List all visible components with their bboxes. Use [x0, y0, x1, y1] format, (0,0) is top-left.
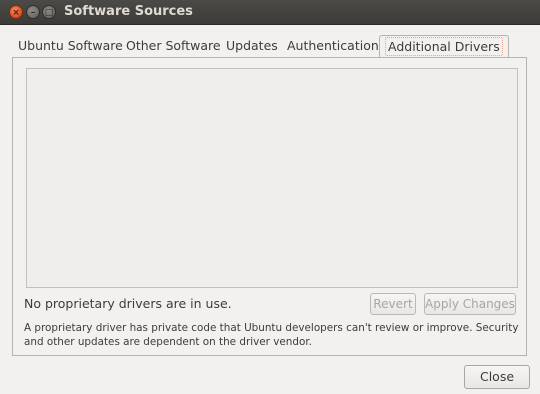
drivers-status-text: No proprietary drivers are in use.: [24, 296, 232, 311]
tab-ubuntu-software[interactable]: Ubuntu Software: [18, 34, 123, 58]
title-bar[interactable]: × – □ Software Sources: [0, 0, 540, 25]
window-maximize-icon[interactable]: □: [42, 5, 56, 19]
drivers-list[interactable]: [26, 68, 518, 288]
window-close-icon[interactable]: ×: [9, 5, 23, 19]
window-minimize-icon[interactable]: –: [26, 5, 40, 19]
tab-updates[interactable]: Updates: [226, 34, 278, 58]
apply-changes-button[interactable]: Apply Changes: [424, 293, 516, 315]
proprietary-driver-note: A proprietary driver has private code th…: [24, 322, 519, 348]
additional-drivers-panel: No proprietary drivers are in use. Rever…: [12, 57, 527, 356]
revert-button[interactable]: Revert: [370, 293, 416, 315]
window-title: Software Sources: [64, 4, 193, 19]
tab-additional-drivers-label: Additional Drivers: [385, 37, 503, 56]
tab-other-software[interactable]: Other Software: [126, 34, 221, 58]
tab-additional-drivers[interactable]: Additional Drivers: [379, 35, 509, 59]
close-button[interactable]: Close: [464, 365, 530, 389]
tab-authentication[interactable]: Authentication: [287, 34, 379, 58]
